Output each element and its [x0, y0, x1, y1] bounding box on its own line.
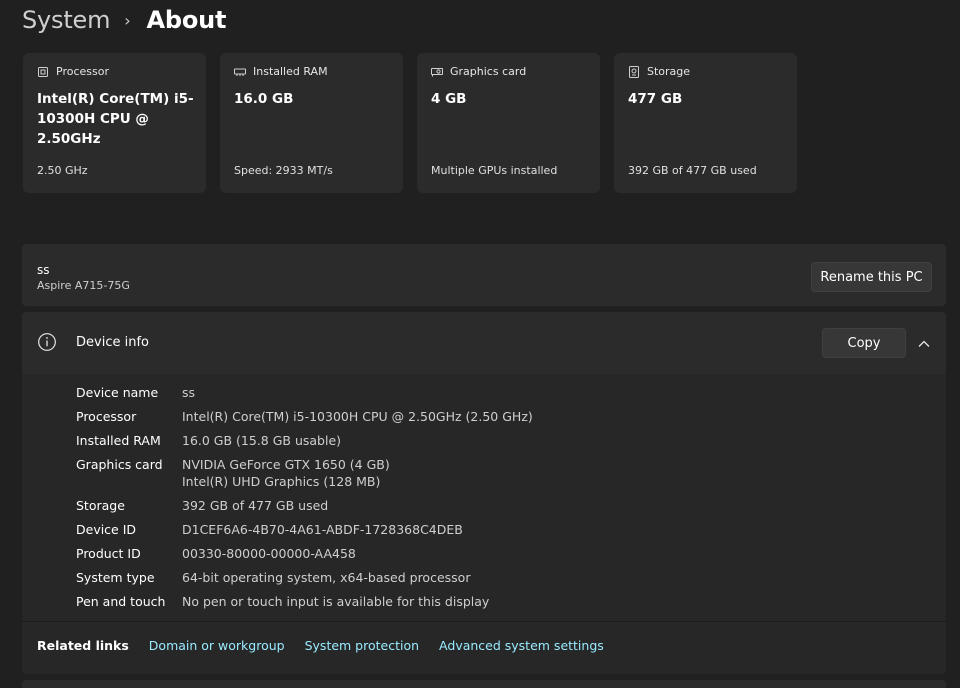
related-links-title: Related links: [37, 638, 129, 653]
breadcrumb: System › About: [22, 2, 227, 38]
system-protection-link[interactable]: System protection: [305, 638, 419, 653]
card-title: Processor: [56, 65, 109, 78]
breadcrumb-chevron-icon: ›: [124, 10, 131, 30]
pc-name: ss: [37, 263, 50, 277]
info-icon: [37, 332, 57, 352]
card-subtext: Multiple GPUs installed: [431, 164, 558, 177]
storage-icon: [628, 65, 640, 78]
spec-value-group: NVIDIA GeForce GTX 1650 (4 GB) Intel(R) …: [182, 456, 390, 490]
spec-value: 16.0 GB (15.8 GB usable): [182, 433, 342, 448]
spec-row-installed-ram: Installed RAM 16.0 GB (15.8 GB usable): [76, 432, 533, 449]
spec-value: No pen or touch input is available for t…: [182, 594, 490, 609]
spec-label: Storage: [76, 498, 125, 513]
card-subtext: Speed: 2933 MT/s: [234, 164, 333, 177]
spec-label: Graphics card: [76, 457, 163, 472]
spec-value: NVIDIA GeForce GTX 1650 (4 GB): [182, 457, 390, 472]
spec-row-system-type: System type 64-bit operating system, x64…: [76, 569, 533, 586]
device-info-panel: Device info Copy Device name ss Processo…: [22, 312, 946, 674]
card-value: 16.0 GB: [234, 91, 294, 107]
spec-value: D1CEF6A6-4B70-4A61-ABDF-1728368C4DEB: [182, 522, 463, 537]
device-info-header[interactable]: Device info Copy: [22, 312, 946, 374]
pc-model: Aspire A715-75G: [37, 279, 130, 292]
device-info-title: Device info: [76, 335, 149, 350]
spec-label: System type: [76, 570, 155, 585]
spec-row-device-name: Device name ss: [76, 384, 533, 401]
processor-card: Processor Intel(R) Core(TM) i5-10300H CP…: [23, 53, 206, 193]
ram-card: Installed RAM 16.0 GB Speed: 2933 MT/s: [220, 53, 403, 193]
spec-label: Installed RAM: [76, 433, 161, 448]
storage-card: Storage 477 GB 392 GB of 477 GB used: [614, 53, 797, 193]
spec-row-product-id: Product ID 00330-80000-00000-AA458: [76, 545, 533, 562]
advanced-system-settings-link[interactable]: Advanced system settings: [439, 638, 604, 653]
card-header: Graphics card: [431, 65, 526, 78]
spec-cards: Processor Intel(R) Core(TM) i5-10300H CP…: [23, 53, 797, 193]
card-subtext: 392 GB of 477 GB used: [628, 164, 757, 177]
card-title: Installed RAM: [253, 65, 328, 78]
processor-icon: [37, 66, 49, 78]
spec-value: 00330-80000-00000-AA458: [182, 546, 356, 561]
spec-value: Intel(R) UHD Graphics (128 MB): [182, 474, 381, 489]
pc-name-row: ss Aspire A715-75G Rename this PC: [22, 244, 946, 306]
card-header: Storage: [628, 65, 690, 78]
spec-row-storage: Storage 392 GB of 477 GB used: [76, 497, 533, 514]
card-subtext: 2.50 GHz: [37, 164, 88, 177]
card-title: Graphics card: [450, 65, 527, 78]
spec-label: Pen and touch: [76, 594, 166, 609]
spec-label: Device name: [76, 385, 159, 400]
related-links: Related links Domain or workgroup System…: [37, 638, 624, 653]
card-header: Installed RAM: [234, 65, 328, 78]
breadcrumb-system[interactable]: System: [22, 6, 110, 34]
spec-row-graphics-card: Graphics card NVIDIA GeForce GTX 1650 (4…: [76, 456, 533, 490]
spec-label: Product ID: [76, 546, 141, 561]
rename-pc-button[interactable]: Rename this PC: [811, 262, 932, 292]
card-title: Storage: [647, 65, 691, 78]
divider: [22, 621, 946, 622]
card-value: Intel(R) Core(TM) i5-10300H CPU @ 2.50GH…: [37, 91, 194, 147]
ram-icon: [234, 66, 246, 78]
spec-row-processor: Processor Intel(R) Core(TM) i5-10300H CP…: [76, 408, 533, 425]
graphics-card-card: Graphics card 4 GB Multiple GPUs install…: [417, 53, 600, 193]
spec-label: Processor: [76, 409, 137, 424]
next-section-row: [22, 680, 946, 688]
device-spec-list: Device name ss Processor Intel(R) Core(T…: [76, 384, 533, 617]
card-value: 477 GB: [628, 91, 683, 107]
card-header: Processor: [37, 65, 109, 78]
chevron-up-icon[interactable]: [917, 336, 931, 350]
spec-value: Intel(R) Core(TM) i5-10300H CPU @ 2.50GH…: [182, 409, 533, 424]
spec-label: Device ID: [76, 522, 137, 537]
copy-button[interactable]: Copy: [822, 328, 906, 358]
spec-value: 64-bit operating system, x64-based proce…: [182, 570, 471, 585]
domain-or-workgroup-link[interactable]: Domain or workgroup: [149, 638, 285, 653]
spec-value: 392 GB of 477 GB used: [182, 498, 329, 513]
spec-row-device-id: Device ID D1CEF6A6-4B70-4A61-ABDF-172836…: [76, 521, 533, 538]
card-value: 4 GB: [431, 91, 467, 107]
spec-value: ss: [182, 385, 196, 400]
graphics-card-icon: [431, 66, 443, 78]
about-page: System › About Processor Intel(R) Core(T…: [0, 0, 960, 688]
spec-row-pen-and-touch: Pen and touch No pen or touch input is a…: [76, 593, 533, 610]
page-title: About: [146, 6, 227, 34]
